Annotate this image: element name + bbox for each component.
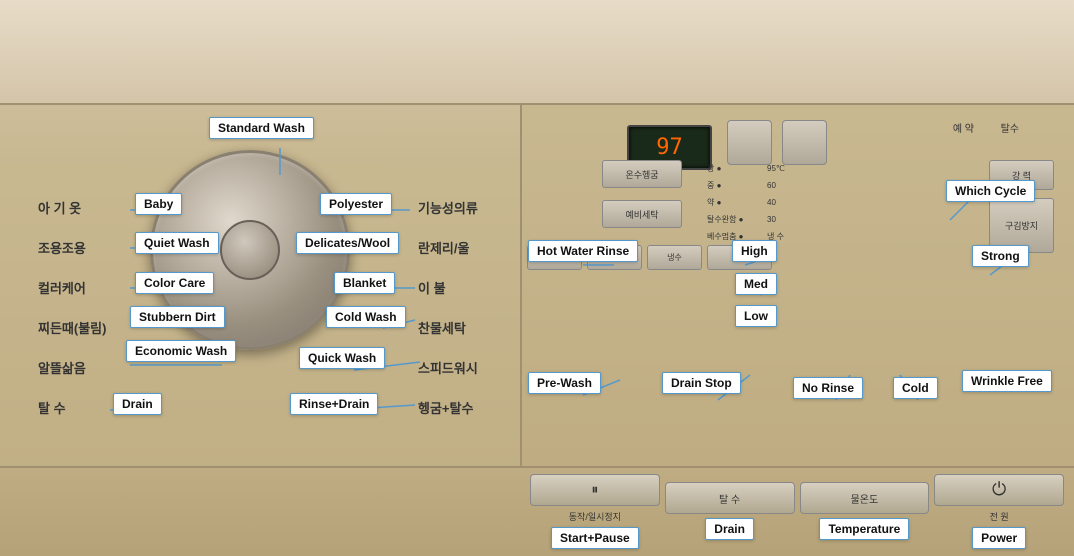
drain-bottom-group: 탈 수 Drain [665, 482, 795, 540]
annotation-drain-bottom: Drain [705, 518, 754, 540]
reservation-label: 예 약 [953, 120, 974, 135]
korean-color: 컬러케어 [38, 278, 86, 297]
start-pause-button[interactable]: ⏸ [530, 474, 660, 506]
temperature-group: 물온도 Temperature [800, 482, 930, 540]
mid-btn3[interactable]: 냉수 [647, 245, 702, 270]
top-right-buttons [727, 120, 827, 165]
dial-inner [220, 220, 280, 280]
annotation-rinse-drain: Rinse+Drain [290, 393, 378, 415]
annotation-blanket: Blanket [334, 272, 395, 294]
annotation-cold-wash: Cold Wash [326, 306, 406, 328]
annotation-economic-wash: Economic Wash [126, 340, 236, 362]
btn-unknown2[interactable] [782, 120, 827, 165]
start-pause-group: ⏸ 동작/일시정지 Start+Pause [530, 474, 660, 549]
annotation-cold-right: Cold [893, 377, 938, 399]
korean-rinse-drain: 헹굼+탈수 [418, 398, 473, 417]
annotation-delicates-wool: Delicates/Wool [296, 232, 399, 254]
bottom-right-buttons: ⏸ 동작/일시정지 Start+Pause 탈 수 Drain 물온도 Temp… [520, 466, 1074, 556]
temperature-button[interactable]: 물온도 [800, 482, 930, 514]
annotation-drain-stop: Drain Stop [662, 372, 741, 394]
korean-laundry-wool: 란제리/울 [418, 238, 469, 257]
pre-wash-button[interactable]: 예비세탁 [602, 200, 682, 228]
power-button[interactable]: ⏻ [934, 474, 1064, 506]
annotation-power: Power [972, 527, 1026, 549]
annotation-high: High [732, 240, 777, 262]
drain-speed-label: 탈수 [1001, 120, 1019, 135]
temp-indicators: 강 ● 중 ● 약 ● 탈수완함 ● 베수멈춤 ● 95℃ 60 40 30 냉… [707, 160, 744, 245]
power-group: ⏻ 전 원 Power [934, 474, 1064, 549]
annotation-temperature: Temperature [819, 518, 909, 540]
right-control-section: 97 예비세탁 온수헹굼 강 ● 중 ● 약 ● 탈수완함 ● 베수멈춤 ● 9… [520, 105, 1074, 466]
annotation-standard-wash: Standard Wash [209, 117, 314, 139]
btn-unknown1[interactable] [727, 120, 772, 165]
annotation-no-rinse: No Rinse [793, 377, 863, 399]
annotation-strong: Strong [972, 245, 1029, 267]
korean-functional: 기능성의류 [418, 198, 478, 217]
drain-bottom-button[interactable]: 탈 수 [665, 482, 795, 514]
korean-economic: 알뜰삶음 [38, 358, 86, 377]
annotation-quiet-wash: Quiet Wash [135, 232, 219, 254]
korean-cold: 찬물세탁 [418, 318, 466, 337]
annotation-low: Low [735, 305, 777, 327]
annotation-drain-left: Drain [113, 393, 162, 415]
annotation-color-care: Color Care [135, 272, 214, 294]
korean-blanket: 이 불 [418, 278, 446, 297]
annotation-quick-wash: Quick Wash [299, 347, 385, 369]
power-kr-label: 전 원 [990, 510, 1009, 523]
korean-stubborn: 찌든때(불림) [38, 318, 106, 337]
annotation-wrinkle-free: Wrinkle Free [962, 370, 1052, 392]
annotation-med: Med [735, 273, 777, 295]
annotation-pre-wash: Pre-Wash [528, 372, 601, 394]
korean-baby: 아 기 옷 [38, 198, 81, 217]
annotation-baby: Baby [135, 193, 182, 215]
hot-water-rinse-button[interactable]: 온수헹굼 [602, 160, 682, 188]
annotation-start-pause: Start+Pause [551, 527, 639, 549]
right-side-buttons: 강 력 구김방지 [989, 160, 1054, 253]
annotation-which-cycle: Which Cycle [946, 180, 1035, 202]
bottom-control-section: ⏸ 동작/일시정지 Start+Pause 탈 수 Drain 물온도 Temp… [0, 466, 1074, 556]
top-panel [0, 0, 1074, 105]
annotation-polyester: Polyester [320, 193, 392, 215]
korean-drain: 탈 수 [38, 398, 66, 417]
start-pause-kr-label: 동작/일시정지 [569, 510, 621, 523]
korean-speed: 스피드워시 [418, 358, 478, 377]
korean-quiet: 조용조용 [38, 238, 86, 257]
annotation-hot-water-rinse: Hot Water Rinse [528, 240, 638, 262]
annotation-stubborn-dirt: Stubbern Dirt [130, 306, 225, 328]
